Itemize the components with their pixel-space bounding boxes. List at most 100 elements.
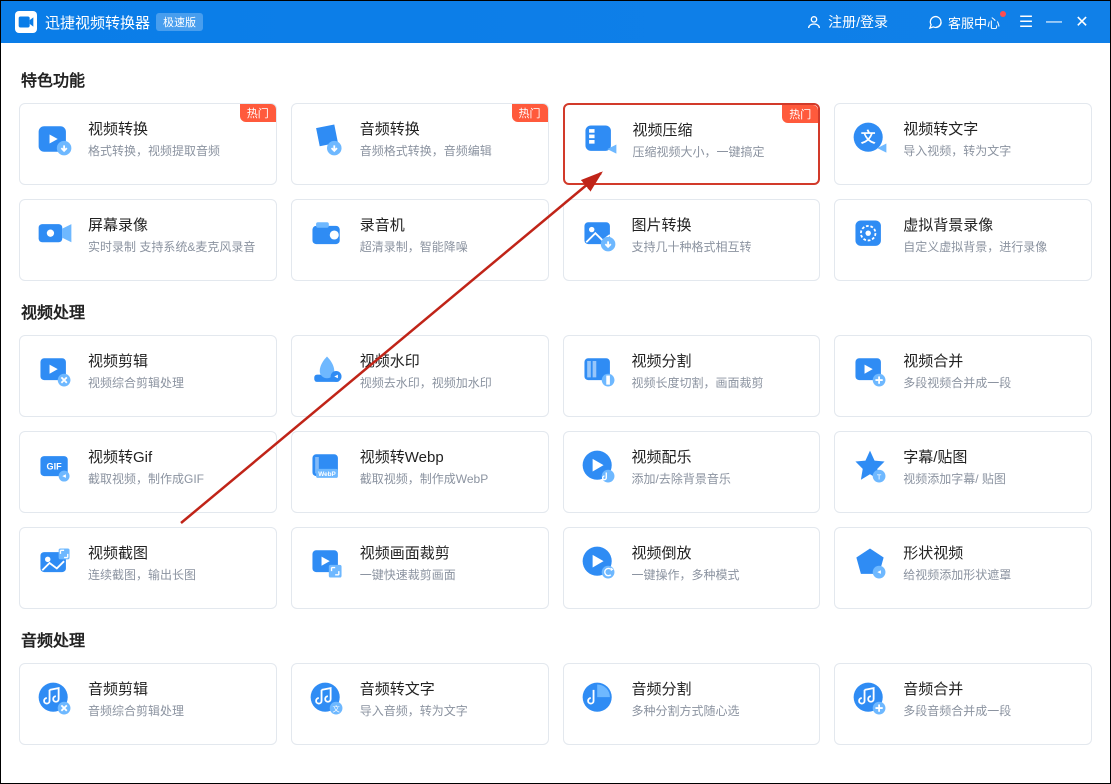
section-audio: 音频处理 [21,627,1092,651]
card-desc: 连续截图，输出长图 [88,567,196,584]
minimize-button[interactable]: — [1040,8,1068,36]
card-desc: 支持几十种格式相互转 [632,239,752,256]
card-title: 视频倒放 [632,542,740,563]
svg-text:文: 文 [861,129,876,147]
image-convert-icon [578,214,620,256]
card-title: 视频剪辑 [88,350,184,371]
card-crop[interactable]: 视频画面裁剪一键快速裁剪画面 [291,527,549,609]
card-video-split[interactable]: 视频分割视频长度切割，画面裁剪 [563,335,821,417]
card-title: 音频合并 [903,678,1011,699]
card-video-music[interactable]: 视频配乐添加/去除背景音乐 [563,431,821,513]
app-logo-icon [15,11,37,33]
card-desc: 一键快速裁剪画面 [360,567,456,584]
card-title: 屏幕录像 [88,214,255,235]
card-video-convert[interactable]: 热门 视频转换格式转换，视频提取音频 [19,103,277,185]
card-video-to-text[interactable]: 文 视频转文字导入视频，转为文字 [834,103,1092,185]
card-title: 音频转文字 [360,678,468,699]
card-desc: 实时录制 支持系统&麦克风录音 [88,239,255,256]
hot-badge: 热门 [782,105,818,123]
crop-icon [306,542,348,584]
card-audio-split[interactable]: 音频分割多种分割方式随心选 [563,663,821,745]
card-desc: 视频添加字幕/ 贴图 [903,471,1006,488]
card-desc: 超清录制，智能降噪 [360,239,468,256]
card-title: 视频转Webp [360,446,488,467]
chat-icon [928,15,943,30]
card-screen-record[interactable]: 屏幕录像实时录制 支持系统&麦克风录音 [19,199,277,281]
gif-icon: GIF [34,446,76,488]
section-video: 视频处理 [21,299,1092,323]
card-title: 形状视频 [903,542,1011,563]
svg-text:文: 文 [332,705,340,714]
edition-badge: 极速版 [156,13,203,31]
card-video-gif[interactable]: GIF 视频转Gif 截取视频，制作成GIF [19,431,277,513]
reverse-icon [578,542,620,584]
card-desc: 一键操作，多种模式 [632,567,740,584]
card-audio-convert[interactable]: 热门 音频转换音频格式转换，音频编辑 [291,103,549,185]
card-desc: 视频去水印，视频加水印 [360,375,492,392]
music-icon [578,446,620,488]
help-label: 客服中心 [948,13,1000,32]
video-split-icon [578,350,620,392]
card-title: 视频转Gif [88,446,204,467]
card-title: 视频配乐 [632,446,731,467]
audio-text-icon: 文 [306,678,348,720]
titlebar: 迅捷视频转换器 极速版 注册/登录 客服中心 ☰ — ✕ [1,1,1110,43]
card-recorder[interactable]: 录音机超清录制，智能降噪 [291,199,549,281]
svg-text:T: T [877,473,882,482]
card-desc: 压缩视频大小，一键搞定 [633,144,765,161]
hot-badge: 热门 [512,104,548,122]
card-desc: 格式转换，视频提取音频 [88,143,220,160]
help-button[interactable]: 客服中心 [928,13,1000,32]
svg-text:GIF: GIF [47,462,63,472]
card-subtitle[interactable]: T 字幕/贴图视频添加字幕/ 贴图 [834,431,1092,513]
card-title: 录音机 [360,214,468,235]
card-title: 虚拟背景录像 [903,214,1047,235]
card-title: 视频压缩 [633,119,765,140]
card-title: 音频剪辑 [88,678,184,699]
shape-icon [849,542,891,584]
card-video-compress[interactable]: 热门 视频压缩压缩视频大小，一键搞定 [563,103,821,185]
card-audio-merge[interactable]: 音频合并多段音频合并成一段 [834,663,1092,745]
subtitle-icon: T [849,446,891,488]
card-desc: 添加/去除背景音乐 [632,471,731,488]
screenshot-icon [34,542,76,584]
menu-button[interactable]: ☰ [1012,8,1040,36]
card-desc: 导入视频，转为文字 [903,143,1011,160]
video-compress-icon [579,119,621,161]
card-reverse[interactable]: 视频倒放一键操作，多种模式 [563,527,821,609]
hot-badge: 热门 [240,104,276,122]
card-video-webp[interactable]: WebP 视频转Webp 截取视频，制作成WebP [291,431,549,513]
card-watermark[interactable]: 视频水印视频去水印，视频加水印 [291,335,549,417]
card-image-convert[interactable]: 图片转换支持几十种格式相互转 [563,199,821,281]
card-desc: 多段音频合并成一段 [903,703,1011,720]
card-screenshot[interactable]: 视频截图连续截图，输出长图 [19,527,277,609]
recorder-icon [306,214,348,256]
card-desc: 截取视频，制作成WebP [360,471,488,488]
card-audio-to-text[interactable]: 文 音频转文字导入音频，转为文字 [291,663,549,745]
card-title: 图片转换 [632,214,752,235]
watermark-icon [306,350,348,392]
card-shape-video[interactable]: 形状视频给视频添加形状遮罩 [834,527,1092,609]
card-desc: 截取视频，制作成GIF [88,471,204,488]
card-title: 字幕/贴图 [903,446,1006,467]
card-virtual-bg[interactable]: 虚拟背景录像自定义虚拟背景，进行录像 [834,199,1092,281]
card-desc: 视频长度切割，画面裁剪 [632,375,764,392]
card-title: 音频转换 [360,118,492,139]
video-edit-icon [34,350,76,392]
card-desc: 导入音频，转为文字 [360,703,468,720]
card-desc: 多段视频合并成一段 [903,375,1011,392]
close-button[interactable]: ✕ [1068,8,1096,36]
card-video-edit[interactable]: 视频剪辑视频综合剪辑处理 [19,335,277,417]
card-audio-edit[interactable]: 音频剪辑音频综合剪辑处理 [19,663,277,745]
login-button[interactable]: 注册/登录 [806,12,888,32]
card-video-merge[interactable]: 视频合并多段视频合并成一段 [834,335,1092,417]
card-title: 视频画面裁剪 [360,542,456,563]
card-title: 音频分割 [632,678,740,699]
app-title: 迅捷视频转换器 [45,12,150,33]
audio-edit-icon [34,678,76,720]
card-desc: 多种分割方式随心选 [632,703,740,720]
card-title: 视频水印 [360,350,492,371]
webp-icon: WebP [306,446,348,488]
card-title: 视频合并 [903,350,1011,371]
card-desc: 视频综合剪辑处理 [88,375,184,392]
